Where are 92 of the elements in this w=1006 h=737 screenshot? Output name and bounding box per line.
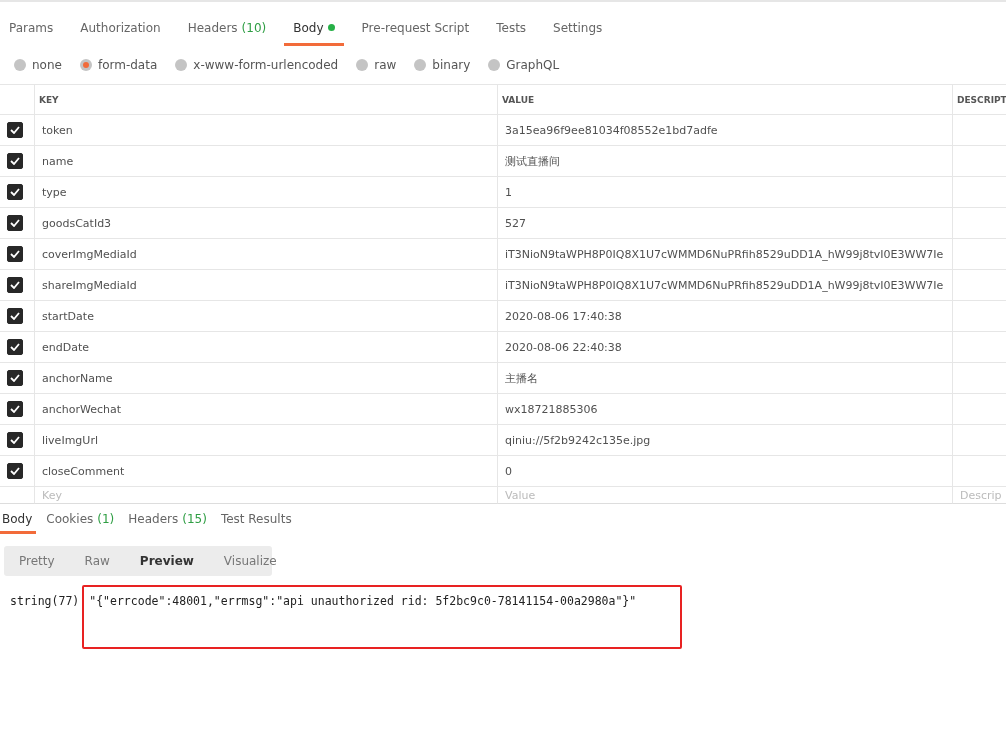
view-mode-tab[interactable]: Preview (124, 554, 209, 568)
view-mode-tab[interactable]: Pretty (4, 554, 70, 568)
value-cell: iT3NioN9taWPH8P0IQ8X1U7cWMMD6NuPRfih8529uDD1A_hW99j8tvI0E3WW7Ie (497, 239, 952, 270)
request-tab[interactable]: Body (284, 14, 344, 46)
checkbox[interactable] (7, 215, 23, 231)
request-tab[interactable]: Headers (10) (178, 14, 276, 46)
radio-button[interactable] (414, 59, 427, 71)
description-cell (952, 394, 1006, 425)
key-cell: goodsCatId3 (34, 208, 497, 239)
checkbox[interactable] (7, 308, 23, 324)
key-cell: liveImgUrl (34, 425, 497, 456)
value-cell: iT3NioN9taWPH8P0IQ8X1U7cWMMD6NuPRfih8529uDD1A_hW99j8tvI0E3WW7Ie (497, 270, 952, 301)
key-cell: name (34, 146, 497, 177)
request-tab[interactable]: Params (0, 14, 63, 46)
response-body: "{"errcode":48001,"errmsg":"api unauthorized rid: 5f2bc9c0-78141154-00a2980a"}" (82, 585, 683, 649)
radio-button[interactable] (79, 59, 92, 71)
response-tab[interactable]: Body (0, 512, 37, 534)
radio-label[interactable]: x-www-form-urlencoded (193, 58, 339, 72)
request-tab[interactable]: Authorization (71, 14, 170, 46)
checkbox[interactable] (7, 339, 23, 355)
column-header: KEY (34, 85, 497, 115)
checkmark-icon (10, 405, 20, 413)
checkmark-icon (10, 219, 20, 227)
checkmark-icon (10, 436, 20, 444)
radio-label[interactable]: GraphQL (506, 58, 560, 72)
value-cell: 3a15ea96f9ee81034f08552e1bd7adfe (497, 115, 952, 146)
checkbox[interactable] (7, 370, 23, 386)
checkbox[interactable] (7, 246, 23, 262)
request-tab[interactable]: Tests (487, 14, 536, 46)
checkmark-icon (10, 188, 20, 196)
description-cell (952, 115, 1006, 146)
response-prefix: string(77) (10, 593, 80, 608)
value-cell: wx18721885306 (497, 394, 952, 425)
value-cell: 主播名 (497, 363, 952, 394)
description-cell (952, 301, 1006, 332)
response-tab[interactable]: Test Results (218, 512, 296, 534)
value-cell: 0 (497, 456, 952, 487)
key-cell: startDate (34, 301, 497, 332)
checkmark-icon (10, 157, 20, 165)
value-cell: 2020-08-06 17:40:38 (497, 301, 952, 332)
checkmark-icon (10, 467, 20, 475)
value-cell: 2020-08-06 22:40:38 (497, 332, 952, 363)
checkbox[interactable] (7, 122, 23, 138)
description-cell (952, 177, 1006, 208)
key-cell: shareImgMediaId (34, 270, 497, 301)
checkmark-icon (10, 374, 20, 382)
key-cell: token (34, 115, 497, 146)
radio-button[interactable] (488, 59, 501, 71)
key-cell: coverImgMediaId (34, 239, 497, 270)
checkmark-icon (10, 281, 20, 289)
column-header: VALUE (497, 85, 952, 115)
checkbox[interactable] (7, 277, 23, 293)
checkbox[interactable] (7, 153, 23, 169)
key-cell: endDate (34, 332, 497, 363)
checkmark-icon (10, 250, 20, 258)
radio-button[interactable] (175, 59, 188, 71)
key-cell: type (34, 177, 497, 208)
description-cell (952, 332, 1006, 363)
checkmark-icon (10, 312, 20, 320)
value-cell: 1 (497, 177, 952, 208)
description-cell (952, 425, 1006, 456)
column-header: DESCRIPT (952, 85, 1006, 115)
radio-label[interactable]: binary (432, 58, 471, 72)
key-cell: anchorWechat (34, 394, 497, 425)
checkmark-icon (10, 126, 20, 134)
radio-label[interactable]: none (32, 58, 62, 72)
checkmark-icon (10, 343, 20, 351)
description-cell (952, 208, 1006, 239)
radio-button[interactable] (14, 59, 26, 71)
key-cell: anchorName (34, 363, 497, 394)
view-mode-tab[interactable]: Raw (69, 554, 125, 568)
value-cell: 527 (497, 208, 952, 239)
description-cell (952, 456, 1006, 487)
value-cell: 测试直播间 (497, 146, 952, 177)
checkbox[interactable] (7, 401, 23, 417)
checkbox[interactable] (7, 463, 23, 479)
radio-button[interactable] (356, 59, 369, 71)
view-mode-tab[interactable]: Visualize (208, 554, 292, 568)
description-cell (952, 146, 1006, 177)
description-cell (952, 239, 1006, 270)
request-tab[interactable]: Pre-request Script (352, 14, 479, 46)
description-cell (952, 270, 1006, 301)
checkbox[interactable] (7, 184, 23, 200)
request-tab[interactable]: Settings (544, 14, 612, 46)
checkbox[interactable] (7, 432, 23, 448)
radio-label[interactable]: form-data (97, 58, 158, 72)
response-tab[interactable]: Cookies (1) (44, 512, 119, 534)
key-cell: closeComment (34, 456, 497, 487)
value-cell: qiniu://5f2b9242c135e.jpg (497, 425, 952, 456)
description-cell (952, 363, 1006, 394)
response-tab[interactable]: Headers (15) (126, 512, 211, 534)
radio-label[interactable]: raw (374, 58, 397, 72)
